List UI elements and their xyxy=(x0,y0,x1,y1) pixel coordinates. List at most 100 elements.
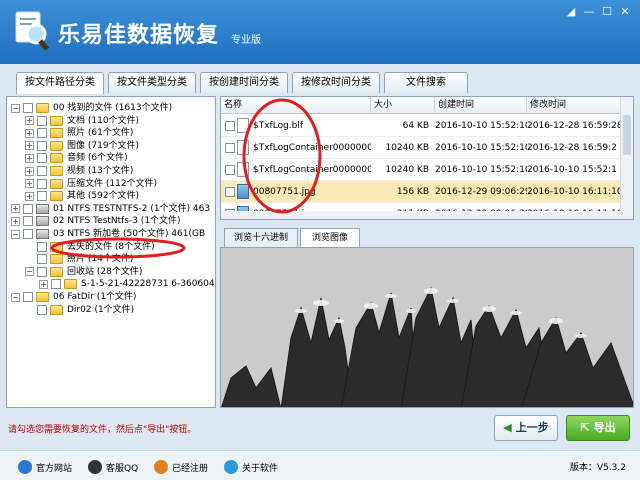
expand-toggle-icon[interactable]: + xyxy=(25,179,34,189)
tree-node[interactable]: + 其他 (592个文件) xyxy=(25,190,139,202)
tree-node[interactable]: 照片 (14个文件) xyxy=(25,253,133,265)
tree-checkbox[interactable] xyxy=(23,103,33,113)
tree-checkbox[interactable] xyxy=(23,229,33,239)
expand-toggle-icon[interactable]: − xyxy=(11,292,20,302)
folder-icon xyxy=(50,140,63,151)
modified-time: 2016-12-28 16:59:2 xyxy=(527,143,617,153)
expand-toggle-icon[interactable]: + xyxy=(11,204,20,214)
tree-node[interactable]: − 00 找到的文件 (1613个文件) xyxy=(11,102,172,114)
column-name[interactable]: 名称 xyxy=(221,97,371,114)
tab-image-view[interactable]: 浏览图像 xyxy=(300,228,360,248)
tree-node[interactable]: + 压缩文件 (112个文件) xyxy=(25,178,157,190)
info-icon xyxy=(224,460,238,474)
expand-toggle-icon[interactable]: − xyxy=(11,103,20,113)
expand-toggle-icon[interactable]: + xyxy=(25,166,34,176)
registered-label: 已经注册 xyxy=(172,463,209,474)
tab-by-modified[interactable]: 按修改时间分类 xyxy=(292,72,380,93)
table-row[interactable]: $TxfLogContainer0000000... 10240 KB 2016-1… xyxy=(221,159,621,181)
expand-toggle-icon[interactable]: + xyxy=(25,116,34,126)
tab-file-search[interactable]: 文件搜索 xyxy=(384,72,468,93)
table-row[interactable]: 00807751.jpg 156 KB 2016-12-29 09:06:29 201… xyxy=(221,181,621,203)
table-row[interactable]: $TxfLog.blf 64 KB 2016-10-10 15:52:10 2016-… xyxy=(221,115,621,137)
expand-toggle-icon[interactable]: + xyxy=(39,279,48,289)
tree-checkbox[interactable] xyxy=(37,115,47,126)
qq-icon xyxy=(88,460,102,474)
tree-node[interactable]: +02 NTFS TestNtfs-3 (1个文件) xyxy=(11,215,181,227)
tree-checkbox[interactable] xyxy=(37,254,47,265)
tree-checkbox[interactable] xyxy=(37,153,47,164)
tree-checkbox[interactable] xyxy=(51,279,61,290)
tree-node[interactable]: + 图像 (719个文件) xyxy=(25,140,139,152)
folder-icon xyxy=(50,254,63,265)
registered-link[interactable]: 已经注册 xyxy=(154,460,208,474)
file-size: 156 KB xyxy=(396,187,429,197)
tree-node[interactable]: 丢失的文件 (8个文件) xyxy=(25,241,155,253)
drive-icon xyxy=(36,203,49,214)
expand-toggle-icon[interactable]: − xyxy=(25,267,34,277)
action-bar: 请勾选您需要恢复的文件，然后点"导出"按钮。 ◀ 上一步 ⇱ 导出 xyxy=(0,410,640,448)
version-label: 版本： xyxy=(569,463,597,473)
tree-node[interactable]: − 回收站 (28个文件) xyxy=(25,266,142,278)
folder-icon xyxy=(50,115,63,126)
tree-checkbox[interactable] xyxy=(37,128,47,139)
modified-time: 2016-10-10 16:11:10 xyxy=(527,187,621,197)
expand-toggle-icon[interactable]: + xyxy=(25,191,34,201)
tree-node[interactable]: Dir02 (1个文件) xyxy=(25,304,134,316)
table-row[interactable]: $TxfLogContainer0000000... 10240 KB 2016-1… xyxy=(221,137,621,159)
expand-toggle-icon[interactable]: + xyxy=(25,141,34,151)
export-button[interactable]: ⇱ 导出 xyxy=(566,415,630,441)
support-qq-link[interactable]: 客服QQ xyxy=(88,460,138,474)
tree-node-label: S-1-5-21-42228731 6-360604558 xyxy=(81,279,215,290)
tree-node[interactable]: + S-1-5-21-42228731 6-360604558 xyxy=(39,278,215,290)
tab-by-created[interactable]: 按创建时间分类 xyxy=(200,72,288,93)
official-site-link[interactable]: 官方网站 xyxy=(18,460,72,474)
file-list[interactable]: 名称 大小 创建时间 修改时间 $TxfLog.blf 64 KB 2016-10-… xyxy=(220,96,634,220)
expand-toggle-icon[interactable]: + xyxy=(25,153,34,163)
tree-checkbox[interactable] xyxy=(23,203,33,214)
tab-by-type[interactable]: 按文件类型分类 xyxy=(108,72,196,93)
tree-node[interactable]: +01 NTFS TESTNTFS-2 (1个文件) 463 xyxy=(11,203,210,215)
tree-node[interactable]: + 音频 (6个文件) xyxy=(25,152,128,164)
tab-hex-view[interactable]: 浏览十六进制 xyxy=(224,228,298,248)
row-checkbox[interactable] xyxy=(225,143,235,153)
tree-checkbox[interactable] xyxy=(37,304,47,315)
expand-toggle-icon[interactable]: + xyxy=(11,216,20,226)
tree-checkbox[interactable] xyxy=(23,292,33,302)
tree-checkbox[interactable] xyxy=(23,216,33,227)
row-checkbox[interactable] xyxy=(225,187,235,197)
footer: 官方网站 客服QQ 已经注册 关于软件 版本：V5.3.2 xyxy=(0,450,640,480)
tree-node-label: 文档 (110个文件) xyxy=(67,115,140,126)
tree-node[interactable]: − 03 NTFS 新加卷 (50个文件) 461(GB xyxy=(11,228,205,240)
tree-node-label: 视频 (13个文件) xyxy=(67,166,134,176)
tree-node[interactable]: + 照片 (61个文件) xyxy=(25,127,133,139)
prev-step-button[interactable]: ◀ 上一步 xyxy=(494,415,558,441)
tree-checkbox[interactable] xyxy=(37,266,47,277)
column-created[interactable]: 创建时间 xyxy=(435,97,527,114)
drive-icon xyxy=(36,229,49,239)
tree-node[interactable]: − 06 FatDir (1个文件) xyxy=(11,291,136,303)
tree-node-label: 00 找到的文件 (1613个文件) xyxy=(53,103,173,113)
prev-step-label: 上一步 xyxy=(515,421,549,434)
tree-checkbox[interactable] xyxy=(37,241,47,252)
tree-node[interactable]: + 文档 (110个文件) xyxy=(25,115,139,127)
tree-checkbox[interactable] xyxy=(37,140,47,151)
column-modified[interactable]: 修改时间 xyxy=(527,97,621,114)
drive-icon xyxy=(36,216,49,227)
folder-tree[interactable]: − 00 找到的文件 (1613个文件) + 文档 (110个文件) + 照片 (61个文… xyxy=(6,96,216,408)
close-button[interactable]: ✕ xyxy=(614,4,636,20)
tab-by-path[interactable]: 按文件路径分类 xyxy=(16,72,104,94)
column-size[interactable]: 大小 xyxy=(371,97,435,114)
file-list-hscrollbar[interactable] xyxy=(221,211,621,219)
row-checkbox[interactable] xyxy=(225,165,235,175)
file-list-scrollbar[interactable] xyxy=(620,97,633,219)
tree-checkbox[interactable] xyxy=(37,178,47,189)
tree-checkbox[interactable] xyxy=(37,166,47,176)
row-checkbox[interactable] xyxy=(225,121,235,131)
about-link[interactable]: 关于软件 xyxy=(224,460,278,474)
tree-node-label: 其他 (592个文件) xyxy=(67,191,140,202)
expand-toggle-icon[interactable]: + xyxy=(25,128,34,138)
folder-icon xyxy=(50,153,63,164)
expand-toggle-icon[interactable]: − xyxy=(11,229,20,239)
tree-node[interactable]: + 视频 (13个文件) xyxy=(25,165,133,177)
tree-checkbox[interactable] xyxy=(37,191,47,202)
